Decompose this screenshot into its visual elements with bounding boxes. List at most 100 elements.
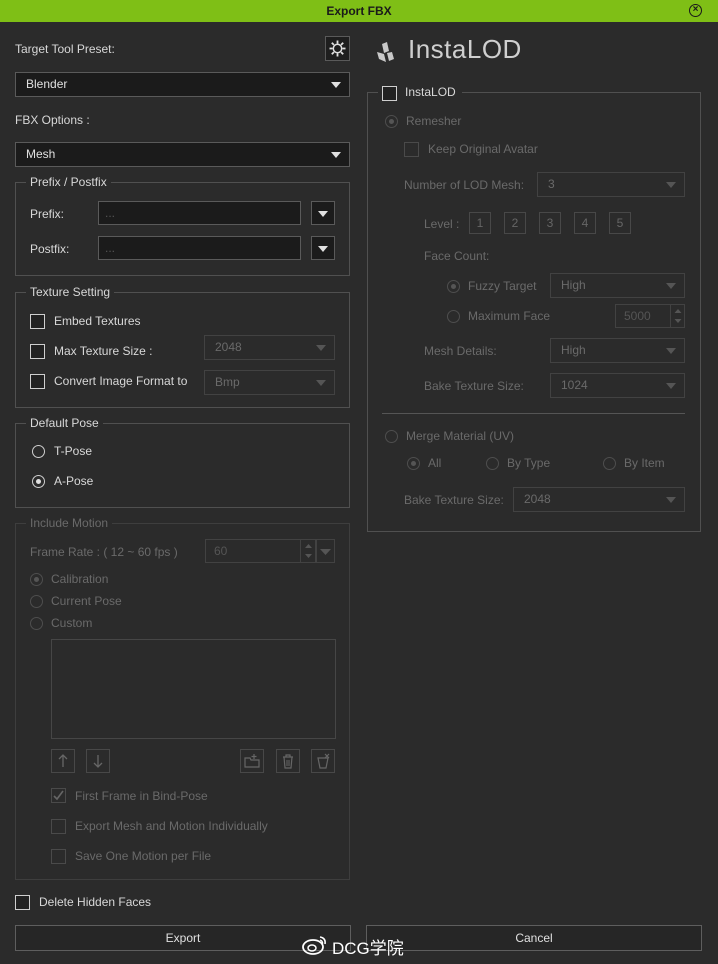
t-pose-radio[interactable] [32, 445, 45, 458]
t-pose-label: T-Pose [54, 444, 93, 458]
prefix-label: Prefix: [30, 207, 65, 221]
level-4-button[interactable]: 4 [574, 212, 596, 234]
export-button[interactable]: Export [15, 925, 351, 951]
delete-motion-button[interactable] [276, 749, 300, 773]
merge-by-type-radio[interactable] [486, 457, 499, 470]
level-2-button[interactable]: 2 [504, 212, 526, 234]
calibration-radio[interactable] [30, 573, 43, 586]
default-pose-group [15, 423, 350, 508]
instalod-logo-icon [377, 42, 394, 62]
merge-by-item-radio[interactable] [603, 457, 616, 470]
level-1-button[interactable]: 1 [469, 212, 491, 234]
merge-bake-texture-size-label: Bake Texture Size: [404, 493, 504, 507]
target-tool-preset-select[interactable]: Blender [15, 72, 350, 97]
a-pose-radio[interactable] [32, 475, 45, 488]
embed-textures-checkbox[interactable] [30, 314, 45, 329]
include-motion-title: Include Motion [26, 516, 113, 530]
maximum-face-radio[interactable] [447, 310, 460, 323]
merge-bake-texture-size-value: 2048 [524, 492, 551, 506]
check-icon [53, 790, 64, 801]
mesh-details-label: Mesh Details: [424, 344, 497, 358]
arrow-up-icon [58, 754, 68, 767]
target-tool-preset-value: Blender [26, 77, 68, 91]
save-one-motion-label: Save One Motion per File [75, 849, 212, 863]
max-texture-size-checkbox[interactable] [30, 344, 45, 359]
folder-add-icon [244, 754, 260, 768]
maximum-face-value: 5000 [624, 309, 651, 323]
level-label: Level : [424, 217, 460, 231]
delete-hidden-faces-checkbox[interactable] [15, 895, 30, 910]
bake-texture-size-value: 1024 [561, 378, 588, 392]
target-tool-preset-label: Target Tool Preset: [15, 42, 115, 56]
current-pose-radio[interactable] [30, 595, 43, 608]
chevron-down-icon [666, 283, 676, 289]
max-texture-size-select[interactable]: 2048 [204, 335, 335, 360]
level-3-button[interactable]: 3 [539, 212, 561, 234]
number-of-lod-mesh-select[interactable]: 3 [537, 172, 685, 197]
prefix-dropdown-button[interactable] [311, 201, 335, 225]
maximum-face-spinner[interactable] [670, 305, 684, 327]
bake-texture-size-select[interactable]: 1024 [550, 373, 685, 398]
convert-image-format-checkbox[interactable] [30, 374, 45, 389]
export-mesh-motion-checkbox[interactable] [51, 819, 66, 834]
merge-by-item-label: By Item [624, 456, 665, 470]
clear-motion-button[interactable] [311, 749, 335, 773]
instalod-checkbox[interactable] [382, 86, 397, 101]
instalod-checkbox-label: InstaLOD [405, 85, 456, 99]
cancel-button[interactable]: Cancel [366, 925, 702, 951]
fbx-options-select[interactable]: Mesh [15, 142, 350, 167]
postfix-dropdown-button[interactable] [311, 236, 335, 260]
frame-rate-label: Frame Rate : ( 12 ~ 60 fps ) [30, 545, 178, 559]
custom-radio[interactable] [30, 617, 43, 630]
a-pose-label: A-Pose [54, 474, 94, 488]
remesher-label: Remesher [406, 114, 462, 128]
convert-image-format-select[interactable]: Bmp [204, 370, 335, 395]
close-icon[interactable]: × [689, 4, 702, 17]
level-5-button[interactable]: 5 [609, 212, 631, 234]
number-of-lod-mesh-label: Number of LOD Mesh: [404, 178, 525, 192]
weibo-icon [302, 934, 328, 956]
remesher-radio[interactable] [385, 115, 398, 128]
merge-bake-texture-size-select[interactable]: 2048 [513, 487, 685, 512]
chevron-down-icon [316, 380, 326, 386]
chevron-down-icon [666, 182, 676, 188]
frame-rate-spinner[interactable] [300, 540, 315, 562]
frame-rate-dropdown[interactable] [316, 539, 335, 563]
chevron-down-icon [666, 348, 676, 354]
maximum-face-label: Maximum Face [468, 309, 551, 323]
merge-material-label: Merge Material (UV) [406, 429, 515, 443]
keep-original-avatar-checkbox[interactable] [404, 142, 419, 157]
mesh-details-select[interactable]: High [550, 338, 685, 363]
prefix-input[interactable]: ... [98, 201, 301, 225]
current-pose-label: Current Pose [51, 594, 122, 608]
prefix-postfix-group [15, 182, 350, 276]
chevron-down-icon [320, 549, 331, 555]
custom-motion-list[interactable] [51, 639, 336, 739]
merge-all-radio[interactable] [407, 457, 420, 470]
mesh-details-value: High [561, 343, 586, 357]
watermark-text: DCG学院 [332, 939, 404, 958]
save-one-motion-checkbox[interactable] [51, 849, 66, 864]
move-up-button[interactable] [51, 749, 75, 773]
chevron-down-icon [331, 152, 341, 158]
fuzzy-target-radio[interactable] [447, 280, 460, 293]
spinner-arrows-icon [674, 309, 682, 323]
window-title: Export FBX [326, 4, 392, 18]
fbx-options-label: FBX Options : [15, 113, 90, 127]
preset-settings-button[interactable] [325, 36, 350, 61]
prefix-postfix-title: Prefix / Postfix [26, 175, 111, 189]
move-down-button[interactable] [86, 749, 110, 773]
embed-textures-label: Embed Textures [54, 314, 141, 328]
calibration-label: Calibration [51, 572, 109, 586]
first-frame-bind-pose-checkbox[interactable] [51, 788, 66, 803]
max-texture-size-label: Max Texture Size : [54, 344, 153, 358]
custom-label: Custom [51, 616, 93, 630]
postfix-input[interactable]: ... [98, 236, 301, 260]
default-pose-title: Default Pose [26, 416, 103, 430]
merge-material-radio[interactable] [385, 430, 398, 443]
add-motion-button[interactable] [240, 749, 264, 773]
face-count-label: Face Count: [424, 249, 490, 263]
delete-all-icon [317, 753, 330, 769]
fuzzy-target-select[interactable]: High [550, 273, 685, 298]
merge-all-label: All [428, 456, 442, 470]
